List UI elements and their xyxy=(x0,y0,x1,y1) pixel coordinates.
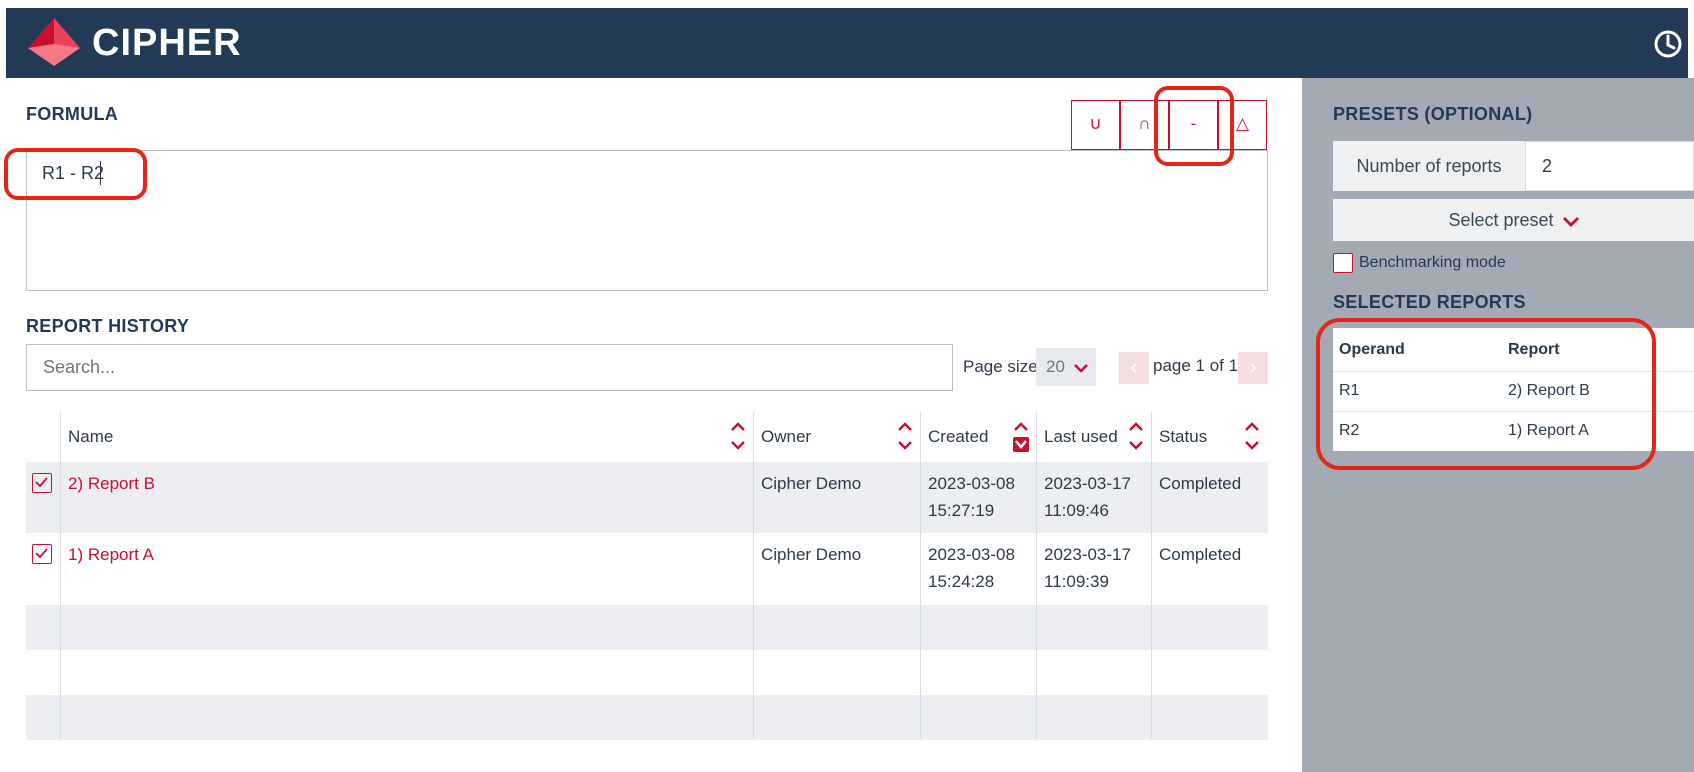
report-last-used-time: 11:09:39 xyxy=(1044,572,1109,591)
report-name-link[interactable]: 1) Report A xyxy=(68,541,154,568)
report-created-date: 2023-03-08 xyxy=(928,545,1015,564)
formula-title: FORMULA xyxy=(26,104,119,124)
column-header-status[interactable]: Status xyxy=(1159,412,1207,462)
search-input[interactable] xyxy=(26,344,953,391)
previous-page-button[interactable]: ‹ xyxy=(1119,352,1149,384)
page-size-select[interactable]: 20 xyxy=(1036,348,1096,386)
benchmarking-label: Benchmarking mode xyxy=(1359,254,1506,271)
app-title: CIPHER xyxy=(92,22,242,64)
report-name-link[interactable]: 2) Report B xyxy=(68,470,155,497)
report-history-title: REPORT HISTORY xyxy=(26,316,190,336)
page-size-value: 20 xyxy=(1046,357,1065,376)
column-header-created[interactable]: Created xyxy=(928,412,988,462)
formula-input[interactable] xyxy=(26,150,1268,291)
report-last-used-date: 2023-03-17 xyxy=(1044,474,1131,493)
report-owner: Cipher Demo xyxy=(761,545,862,564)
column-divider xyxy=(60,412,61,739)
row-checkbox[interactable] xyxy=(32,473,52,493)
column-divider xyxy=(753,412,754,739)
next-page-button[interactable]: › xyxy=(1238,352,1268,384)
row-checkbox[interactable] xyxy=(32,544,52,564)
sort-icon[interactable] xyxy=(1128,420,1144,452)
benchmarking-checkbox[interactable] xyxy=(1333,253,1353,273)
page-size-label: Page size xyxy=(963,357,1038,376)
union-button[interactable]: ∪ xyxy=(1071,100,1120,150)
report-created-date: 2023-03-08 xyxy=(928,474,1015,493)
select-preset-dropdown[interactable]: Select preset xyxy=(1333,199,1694,241)
empty-row xyxy=(26,695,1268,740)
formula-highlight xyxy=(4,148,147,200)
selected-reports-highlight xyxy=(1316,318,1656,470)
column-header-name[interactable]: Name xyxy=(68,412,113,462)
column-divider xyxy=(1151,412,1152,739)
app-header: CIPHER xyxy=(6,8,1688,78)
sort-icon[interactable] xyxy=(897,420,913,452)
number-of-reports-label: Number of reports xyxy=(1333,141,1525,191)
chevron-down-icon xyxy=(1562,216,1579,227)
report-created-time: 15:27:19 xyxy=(928,501,995,520)
page-indicator: page 1 of 1 xyxy=(1153,356,1239,375)
checkmark-icon xyxy=(35,477,48,488)
sort-descending-icon[interactable] xyxy=(1013,420,1029,452)
sort-icon[interactable] xyxy=(730,420,746,452)
presets-title: PRESETS (OPTIONAL) xyxy=(1333,104,1533,124)
report-status: Completed xyxy=(1159,545,1242,564)
column-header-last-used[interactable]: Last used xyxy=(1044,412,1118,462)
select-preset-label: Select preset xyxy=(1448,210,1554,230)
report-last-used-date: 2023-03-17 xyxy=(1044,545,1131,564)
report-owner: Cipher Demo xyxy=(761,474,862,493)
column-divider xyxy=(1036,412,1037,739)
cipher-logo-icon xyxy=(28,18,80,66)
checkmark-icon xyxy=(35,548,48,559)
sort-icon[interactable] xyxy=(1244,420,1260,452)
selected-reports-title: SELECTED REPORTS xyxy=(1333,292,1526,312)
empty-row xyxy=(26,605,1268,650)
history-clock-icon[interactable] xyxy=(1652,28,1684,60)
number-of-reports-input[interactable]: 2 xyxy=(1525,141,1694,191)
empty-row xyxy=(26,650,1268,695)
report-last-used-time: 11:09:46 xyxy=(1044,501,1109,520)
column-divider xyxy=(920,412,921,739)
difference-button-highlight xyxy=(1154,86,1234,166)
report-created-time: 15:24:28 xyxy=(928,572,995,591)
report-status: Completed xyxy=(1159,474,1242,493)
column-header-owner[interactable]: Owner xyxy=(761,412,811,462)
chevron-down-icon xyxy=(1073,363,1088,373)
